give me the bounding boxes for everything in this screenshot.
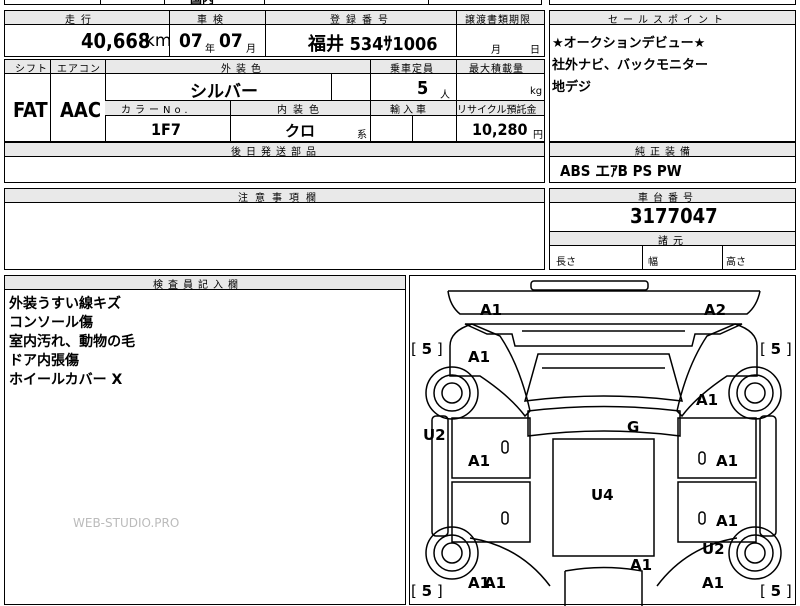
registration-header: 登録番号 [330,15,394,26]
mark-roof: G [627,418,640,436]
max-load-header: 最大積載量 [469,64,524,75]
sales-points-box: セールスポイント ★オークションデビュー★ 社外ナビ、バックモニター 地デジ [549,10,796,142]
equipment-header: 純正装備 [635,147,695,158]
sales-point-line-1: ★オークションデビュー★ [552,36,706,51]
tire-fr-bracket: [ 5 ] [760,340,792,358]
color-no-value: 1F7 [151,120,181,139]
chassis-header: 車台番号 [638,193,698,204]
sales-point-line-3: 地デジ [552,80,592,95]
mark-door-fr: A1 [716,452,739,470]
inspector-notes-box: 検査員記入欄 外装うすい線キズ コンソール傷 室内汚れ、動物の毛 ドア内張傷 ホ… [4,275,406,605]
later-parts-header: 後日発送部品 [231,147,321,158]
inspection-month-unit: 月 [246,44,256,55]
top-strip [4,0,542,5]
transfer-month-unit: 月 [491,45,501,56]
notes-header: 注意事項欄 [238,193,323,204]
capacity-unit: 人 [440,90,450,101]
shift-value: FAT [13,98,48,122]
car-diagram: A1 A2 A1 A1 G A1 A1 A1 A1 A1 A1 A1 U4 U2… [409,275,796,606]
inspector-line-1: 外装うすい線キズ [9,296,121,312]
mark-trunk: A1 [630,556,653,574]
top-strip-text: 国内 [190,0,214,7]
equipment-box: 純正装備 ABS エｱB PS PW [549,142,796,183]
mark-fender-right: A1 [696,391,719,409]
inspector-line-4: ドア内張傷 [9,353,79,369]
mark-step-right: U2 [702,540,725,558]
sales-point-line-2: 社外ナビ、バックモニター [552,58,709,73]
later-parts-box: 後日発送部品 [4,142,545,183]
mark-step-left: U2 [423,426,446,444]
transfer-day-unit: 日 [530,45,540,56]
max-load-unit: kg [530,86,543,97]
inspection-header: 車検 [197,15,229,26]
inspector-line-3: 室内汚れ、動物の毛 [9,334,136,350]
tire-rr-bracket: [ 5 ] [760,582,792,600]
color-no-header: カラーNo. [121,105,192,116]
car-diagram-drawing [425,280,782,606]
interior-color-value: クロ [285,122,316,140]
tire-fl-value: 5 [421,340,433,358]
inspector-line-2: コンソール傷 [9,315,93,331]
basic-info-table: 走行 車検 登録番号 譲渡書類期限 40,668 km 07 年 07 月 福井… [4,10,545,57]
chassis-box: 車台番号 3177047 諸元 長さ 幅 高さ [549,188,796,270]
recycle-value: 10,280 [472,120,528,139]
mark-fender-left: A1 [468,348,491,366]
capacity-header: 乗車定員 [390,64,434,75]
tire-rr-value: 5 [770,582,782,600]
mark-door-fl: A1 [468,452,491,470]
mileage-unit: km [145,31,172,51]
tire-rl-bracket: [ 5 ] [411,582,443,600]
mark-floor: U4 [591,486,614,504]
import-header: 輸入車 [390,105,429,116]
dimension-height-label: 高さ [726,257,746,268]
interior-color-suffix: 系 [357,130,367,141]
equipment-value: ABS エｱB PS PW [560,162,682,180]
aircon-header: エアコン [57,64,101,75]
watermark: WEB-STUDIO.PRO [73,516,180,530]
tire-fr-value: 5 [770,340,782,358]
shift-header: シフト [15,64,48,75]
transfer-deadline-header: 譲渡書類期限 [465,15,531,26]
inspector-line-5: ホイールカバー X [9,372,123,388]
inspection-year: 07 [179,30,203,52]
inspection-year-unit: 年 [205,44,215,55]
inspection-month: 07 [219,30,243,52]
dimensions-header: 諸元 [658,236,688,247]
inspector-header: 検査員記入欄 [153,280,243,291]
exterior-color-value: シルバー [190,82,258,102]
recycle-header: リサイクル預託金 [457,105,537,116]
mark-rear-left: A1 [484,574,507,592]
chassis-number: 3177047 [630,204,718,228]
mileage-value: 40,668 [81,29,151,53]
exterior-color-header: 外装色 [221,64,266,75]
sales-points-header: セールスポイント [608,15,728,26]
mark-front-right: A2 [704,301,727,319]
mark-rear-right: A1 [702,574,725,592]
mileage-header: 走行 [65,15,97,26]
dimension-width-label: 幅 [648,257,658,268]
registration-value: 福井 534ｻ1006 [308,34,438,55]
notes-box: 注意事項欄 [4,188,545,270]
capacity-value: 5 [417,78,429,99]
mark-door-rr: A1 [716,512,739,530]
tire-fl-bracket: [ 5 ] [411,340,443,358]
tire-rl-value: 5 [421,582,433,600]
specs-table: シフト エアコン 外装色 乗車定員 最大積載量 FAT AAC シルバー 5 人… [4,59,545,142]
recycle-unit: 円 [533,130,543,141]
mark-front-left: A1 [480,301,503,319]
aircon-value: AAC [60,98,102,122]
dimension-length-label: 長さ [556,257,576,268]
interior-color-header: 内装色 [277,105,325,116]
